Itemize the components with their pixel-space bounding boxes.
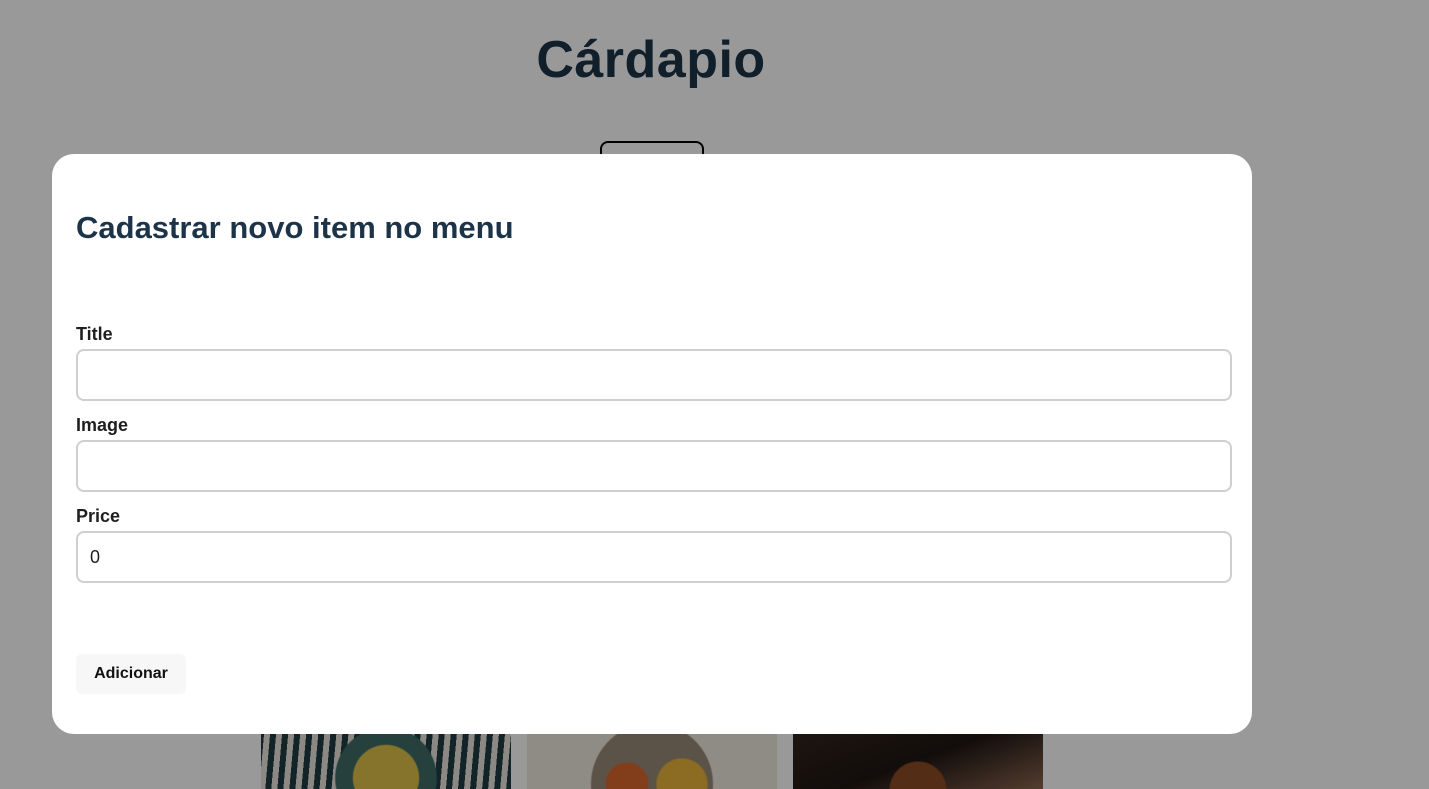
create-item-modal: Cadastrar novo item no menu Title Image …: [52, 154, 1252, 734]
page: Cárdapio Cadastrar novo item no menu Tit…: [0, 0, 1429, 789]
image-input[interactable]: [76, 440, 1232, 492]
modal-title: Cadastrar novo item no menu: [76, 210, 514, 245]
create-item-form: Title Image Price: [76, 324, 1232, 597]
title-label: Title: [76, 324, 113, 344]
title-input[interactable]: [76, 349, 1232, 401]
price-input[interactable]: [76, 531, 1232, 583]
image-label: Image: [76, 415, 129, 435]
price-label: Price: [76, 506, 121, 526]
add-item-button[interactable]: Adicionar: [76, 654, 186, 694]
